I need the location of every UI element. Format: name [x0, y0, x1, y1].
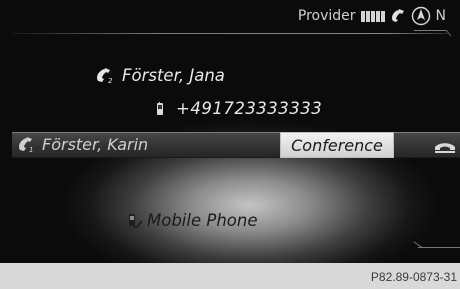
- bluetooth-phone-icon: [127, 212, 143, 230]
- second-call-entry[interactable]: 2 Förster, Jana: [96, 66, 225, 85]
- second-call-number-row: +491723333333: [156, 99, 322, 118]
- compass-heading: N: [435, 8, 446, 24]
- handset-icon: [390, 9, 406, 23]
- mobile-phone-icon: [156, 101, 164, 116]
- connected-device: Mobile Phone: [127, 211, 257, 230]
- handset-1-icon: 1: [18, 136, 36, 153]
- header-divider-tick: [413, 30, 452, 36]
- provider-label: Provider: [297, 8, 356, 24]
- call-index-1: 1: [29, 146, 33, 153]
- signal-strength-icon: [360, 10, 385, 22]
- second-caller-name: Förster, Jana: [122, 66, 225, 85]
- call-index-2: 2: [108, 77, 113, 84]
- phone-screen: Provider N 2 Förster, Jana +491723333333…: [0, 0, 460, 263]
- hang-up-icon[interactable]: [434, 138, 456, 157]
- compass-icon: [411, 6, 431, 26]
- conference-button[interactable]: Conference: [280, 132, 394, 158]
- header-divider: [12, 33, 448, 34]
- active-call-bar: 1 Förster, Karin Conference: [12, 132, 460, 158]
- first-call-entry[interactable]: 1 Förster, Karin: [18, 135, 148, 154]
- conference-button-label: Conference: [291, 135, 383, 155]
- status-bar: Provider N: [298, 5, 446, 27]
- first-caller-name: Förster, Karin: [42, 135, 149, 154]
- device-name: Mobile Phone: [147, 211, 258, 230]
- figure-reference: P82.89-0873-31: [370, 270, 457, 284]
- handset-2-icon: 2: [96, 67, 116, 84]
- footer-divider: [418, 247, 460, 248]
- second-caller-number: +491723333333: [176, 99, 323, 118]
